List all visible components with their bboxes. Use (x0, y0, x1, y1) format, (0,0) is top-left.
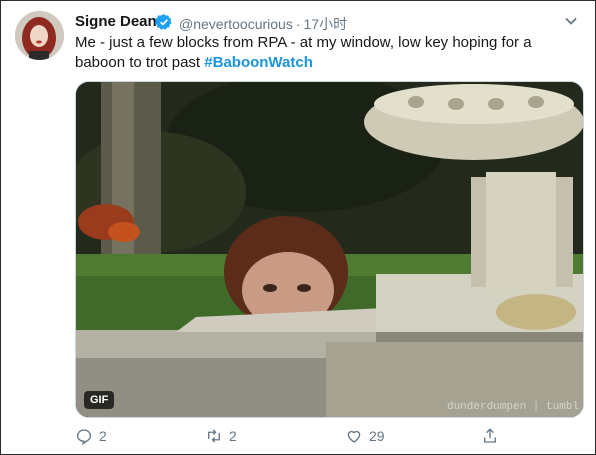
tweet-actions: 2 2 29 (75, 425, 581, 447)
separator: · (295, 16, 301, 32)
author-name[interactable]: Signe Dean (75, 13, 157, 30)
gif-frame-image (76, 82, 583, 417)
share-button[interactable] (481, 425, 505, 447)
tweet-text: Me - just a few blocks from RPA - at my … (75, 33, 565, 73)
media-watermark: dunderdumpen | tumbl (446, 401, 579, 413)
like-button[interactable]: 29 (345, 425, 385, 447)
retweet-count: 2 (229, 428, 237, 444)
gif-badge: GIF (84, 391, 115, 409)
media-gif[interactable]: GIF dunderdumpen | tumbl (75, 81, 584, 418)
verified-badge-icon (155, 14, 172, 30)
timestamp[interactable]: 17小时 (304, 16, 348, 32)
like-count: 29 (369, 428, 385, 444)
avatar[interactable] (15, 11, 64, 60)
author-handle-timestamp: @nevertoocurious · 17小时 (179, 14, 347, 34)
chevron-down-icon[interactable] (563, 13, 579, 29)
tweet-header: Signe Dean @nevertoocurious · 17小时 (75, 11, 581, 33)
share-icon (484, 428, 496, 443)
retweet-button[interactable]: 2 (205, 425, 237, 447)
author-handle[interactable]: @nevertoocurious (179, 16, 293, 32)
retweet-icon (208, 429, 220, 443)
reply-count: 2 (99, 428, 107, 444)
reply-icon (76, 429, 92, 445)
heart-icon (347, 430, 361, 443)
tweet-card[interactable]: Signe Dean @nevertoocurious · 17小时 Me - ju… (0, 0, 596, 455)
hashtag-link[interactable]: #BaboonWatch (204, 54, 313, 71)
reply-button[interactable]: 2 (75, 425, 107, 447)
